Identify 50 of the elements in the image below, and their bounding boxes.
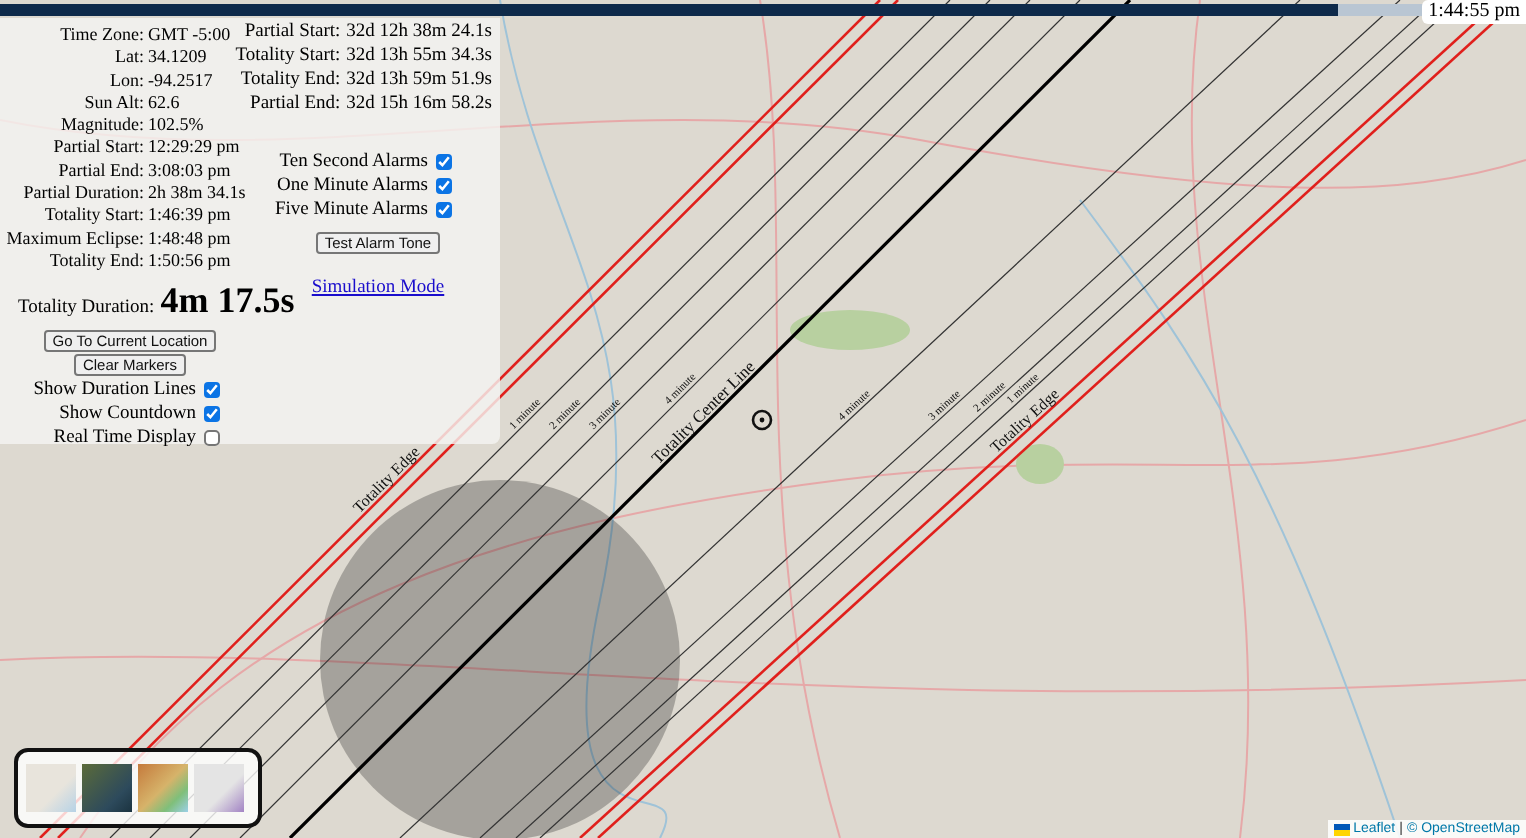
- field-value: 1:48:48 pm: [148, 227, 233, 250]
- field-value: 3:08:03 pm: [148, 159, 233, 183]
- checkbox[interactable]: [436, 178, 452, 194]
- field-value: 12:29:29 pm: [148, 136, 242, 160]
- field-label: Lon:: [108, 69, 144, 92]
- field-value: GMT -5:00: [148, 24, 233, 47]
- field-label: Maximum Eclipse:: [4, 227, 144, 250]
- field-label: Totality Duration:: [18, 298, 155, 319]
- map-thumbnail[interactable]: [82, 764, 132, 812]
- countdown-label: Totality End:: [240, 68, 341, 92]
- field-label: Time Zone:: [58, 24, 144, 47]
- map-thumbnail[interactable]: [194, 764, 244, 812]
- field-value: 1:46:39 pm: [148, 204, 233, 228]
- checkbox-label: Ten Second Alarms: [279, 150, 428, 174]
- map-thumbnail[interactable]: [26, 764, 76, 812]
- countdown-value: 32d 13h 55m 34.3s: [346, 44, 492, 68]
- map-thumbnail[interactable]: [138, 764, 188, 812]
- countdown-value: 32d 12h 38m 24.1s: [346, 20, 492, 44]
- countdown-label: Partial Start:: [244, 20, 341, 44]
- field-label: Partial Duration:: [21, 182, 144, 205]
- field-label: Totality Start:: [42, 204, 144, 228]
- field-label: Partial End:: [56, 159, 144, 183]
- countdown-value: 32d 15h 16m 58.2s: [346, 92, 492, 116]
- simulation-link[interactable]: Simulation Mode: [311, 278, 445, 298]
- field-label: Sun Alt:: [82, 91, 144, 115]
- checkbox-label: One Minute Alarms: [277, 174, 428, 198]
- field-label: Magnitude:: [59, 114, 144, 137]
- checkbox[interactable]: [204, 430, 220, 447]
- checkbox-label: Show Countdown: [59, 402, 196, 427]
- checkbox[interactable]: [204, 406, 220, 423]
- checkbox-label: Real Time Display: [53, 426, 196, 451]
- countdown-label: Partial End:: [250, 92, 341, 116]
- checkbox-label: Five Minute Alarms: [274, 198, 428, 222]
- field-value: 62.6: [148, 91, 182, 115]
- countdown-label: Totality Start:: [235, 44, 341, 68]
- flag-icon: [1333, 823, 1350, 835]
- checkbox[interactable]: [204, 382, 220, 399]
- countdown-value: 32d 13h 59m 51.9s: [346, 68, 492, 92]
- location-marker-icon[interactable]: [751, 409, 773, 431]
- checkbox-label: Show Duration Lines: [33, 378, 196, 403]
- field-value: 102.5%: [148, 114, 206, 137]
- field-label: Totality End:: [47, 249, 144, 273]
- field-label: Partial Start:: [51, 136, 144, 160]
- field-label: Lat:: [113, 46, 144, 70]
- field-value: 2h 38m 34.1s: [148, 182, 248, 205]
- field-value: 1:50:56 pm: [148, 249, 233, 273]
- checkbox[interactable]: [436, 154, 452, 170]
- checkbox[interactable]: [436, 202, 452, 218]
- duration-value: 4m 17.5s: [160, 280, 295, 323]
- time-label: 1:44:55 pm: [1422, 0, 1526, 24]
